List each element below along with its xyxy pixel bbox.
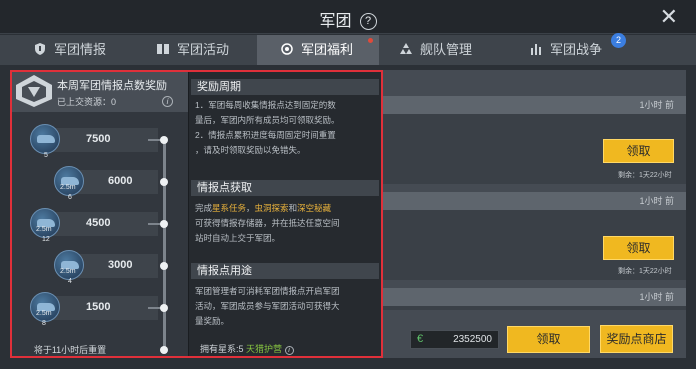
tab-legion-activity[interactable]: 军团活动 — [157, 35, 229, 65]
window-title-text: 军团 — [319, 13, 352, 30]
book-icon — [157, 44, 169, 54]
card-remaining: 剩余：1天22小时 — [618, 268, 672, 275]
highlight-box — [10, 70, 383, 358]
tab-bar: 军团情报 军团活动 军团福利 舰队管理 军团战争 — [0, 35, 696, 65]
title-bar: 军团? ✕ — [0, 0, 696, 34]
reward-shop-button[interactable]: 奖励点商店 — [600, 325, 673, 353]
fleet-icon — [400, 43, 412, 54]
card-time: 1小时 前 — [383, 96, 686, 114]
currency-value: 2352500 — [453, 334, 492, 345]
tab-legion-war[interactable]: 军团战争 — [530, 35, 602, 65]
tab-label: 军团活动 — [177, 42, 230, 57]
currency-display: € 2352500 — [410, 330, 499, 349]
tab-label: 军团战争 — [550, 42, 603, 57]
tab-fleet-management[interactable]: 舰队管理 — [400, 35, 472, 65]
tab-label: 军团情报 — [54, 42, 107, 57]
help-icon[interactable]: ? — [359, 13, 377, 30]
tab-legion-intel[interactable]: 军团情报 — [34, 35, 106, 65]
tab-label: 舰队管理 — [420, 42, 473, 57]
tower-icon — [531, 44, 541, 55]
gift-icon — [281, 43, 293, 55]
tab-legion-welfare[interactable]: 军团福利 — [257, 35, 379, 65]
shield-icon — [35, 43, 45, 55]
tab-label: 军团福利 — [301, 42, 354, 57]
card-remaining: 剩余：1天22小时 — [618, 172, 672, 179]
claim-button[interactable]: 领取 — [603, 139, 674, 163]
currency-icon: € — [417, 333, 424, 345]
welfare-card: 1小时 前 — [383, 288, 686, 310]
window-title: 军团? — [0, 7, 696, 31]
claim-all-button[interactable]: 领取 — [507, 326, 590, 353]
notification-badge: 2 — [611, 33, 626, 48]
close-icon[interactable]: ✕ — [660, 4, 678, 30]
claim-button[interactable]: 领取 — [603, 236, 674, 260]
card-time: 1小时 前 — [383, 192, 686, 210]
card-time: 1小时 前 — [383, 288, 686, 306]
